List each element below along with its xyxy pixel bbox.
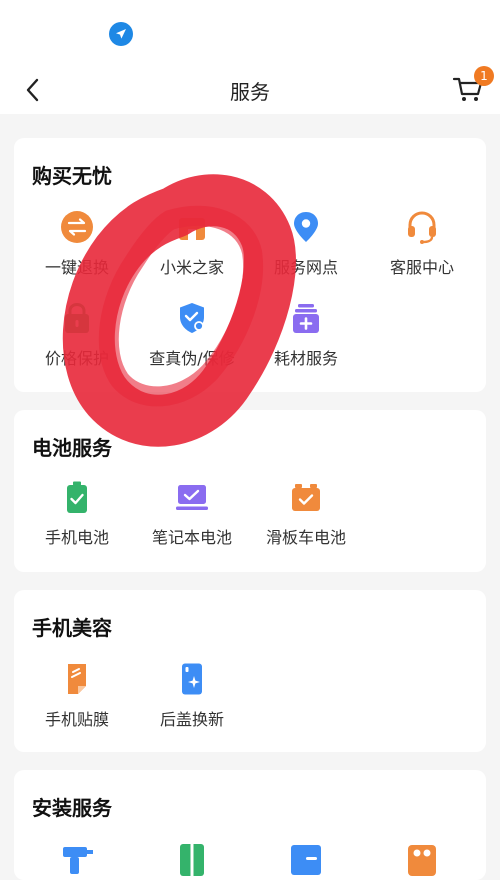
headset-icon: [408, 211, 436, 244]
service-item-label: 价格保护: [44, 349, 109, 368]
section-card-purchase: 购买无忧 一键退换 小米之家 服务网点 客服中心 价格保护 查真伪/保修 耗材服…: [14, 138, 486, 392]
consumables-icon: [293, 304, 319, 333]
laptop-battery-icon: [176, 485, 208, 510]
back-cover-icon: [182, 663, 202, 695]
section-title: 安装服务: [32, 796, 112, 820]
service-item-exchange[interactable]: 一键退换: [18, 210, 136, 278]
service-item-authenticity-warranty[interactable]: 查真伪/保修: [133, 301, 251, 369]
service-item-label: 客服中心: [389, 258, 454, 277]
appliance-icon: [408, 845, 436, 876]
section-title: 电池服务: [32, 436, 112, 460]
service-item-store[interactable]: 小米之家: [133, 210, 251, 278]
exchange-icon: [61, 211, 93, 243]
service-item-fridge-install[interactable]: [133, 842, 251, 876]
navigation-arrow-icon: [109, 22, 133, 46]
price-lock-icon: [65, 302, 89, 333]
section-title: 购买无忧: [32, 164, 112, 188]
service-item-customer-service[interactable]: 客服中心: [363, 210, 481, 278]
service-item-appliance-install[interactable]: [363, 842, 481, 876]
service-item-label: 服务网点: [273, 258, 338, 277]
fridge-icon: [180, 844, 204, 876]
service-item-air-conditioner-install[interactable]: [247, 842, 365, 876]
phone-battery-icon: [67, 481, 87, 513]
service-item-label: 耗材服务: [273, 349, 338, 368]
service-item-screen-film[interactable]: 手机贴膜: [18, 662, 136, 730]
service-item-laptop-battery[interactable]: 笔记本电池: [133, 480, 251, 548]
navigation-bar: 服务 1: [0, 66, 500, 114]
service-item-label: 手机贴膜: [44, 710, 109, 729]
service-item-back-cover[interactable]: 后盖换新: [133, 662, 251, 730]
page-title: 服务: [230, 80, 270, 104]
section-card-phone-beauty: 手机美容 手机贴膜 后盖换新: [14, 590, 486, 752]
section-card-installation: 安装服务: [14, 770, 486, 880]
service-item-label: 后盖换新: [159, 710, 224, 729]
section-card-battery: 电池服务 手机电池 笔记本电池 滑板车电池: [14, 410, 486, 572]
service-item-price-protection[interactable]: 价格保护: [18, 301, 136, 369]
location-pin-icon: [294, 212, 318, 242]
screen-film-icon: [68, 664, 86, 694]
service-item-label: 笔记本电池: [151, 528, 232, 547]
air-conditioner-icon: [291, 845, 321, 875]
service-item-scooter-battery[interactable]: 滑板车电池: [247, 480, 365, 548]
service-item-phone-battery[interactable]: 手机电池: [18, 480, 136, 548]
section-title: 手机美容: [32, 616, 112, 640]
service-item-drill-install[interactable]: [18, 842, 136, 876]
cart-count-badge: 1: [474, 66, 494, 86]
service-item-label: 查真伪/保修: [149, 349, 235, 368]
service-item-label: 一键退换: [44, 258, 109, 277]
shield-check-icon: [180, 303, 206, 333]
service-item-label: 小米之家: [159, 258, 224, 277]
service-item-label: 滑板车电池: [265, 528, 346, 547]
service-item-consumables[interactable]: 耗材服务: [247, 301, 365, 369]
drill-icon: [63, 847, 93, 874]
service-item-label: 手机电池: [44, 528, 109, 547]
status-bar: [0, 0, 500, 66]
scooter-battery-icon: [292, 484, 320, 511]
store-icon: [179, 218, 205, 240]
service-item-service-point[interactable]: 服务网点: [247, 210, 365, 278]
